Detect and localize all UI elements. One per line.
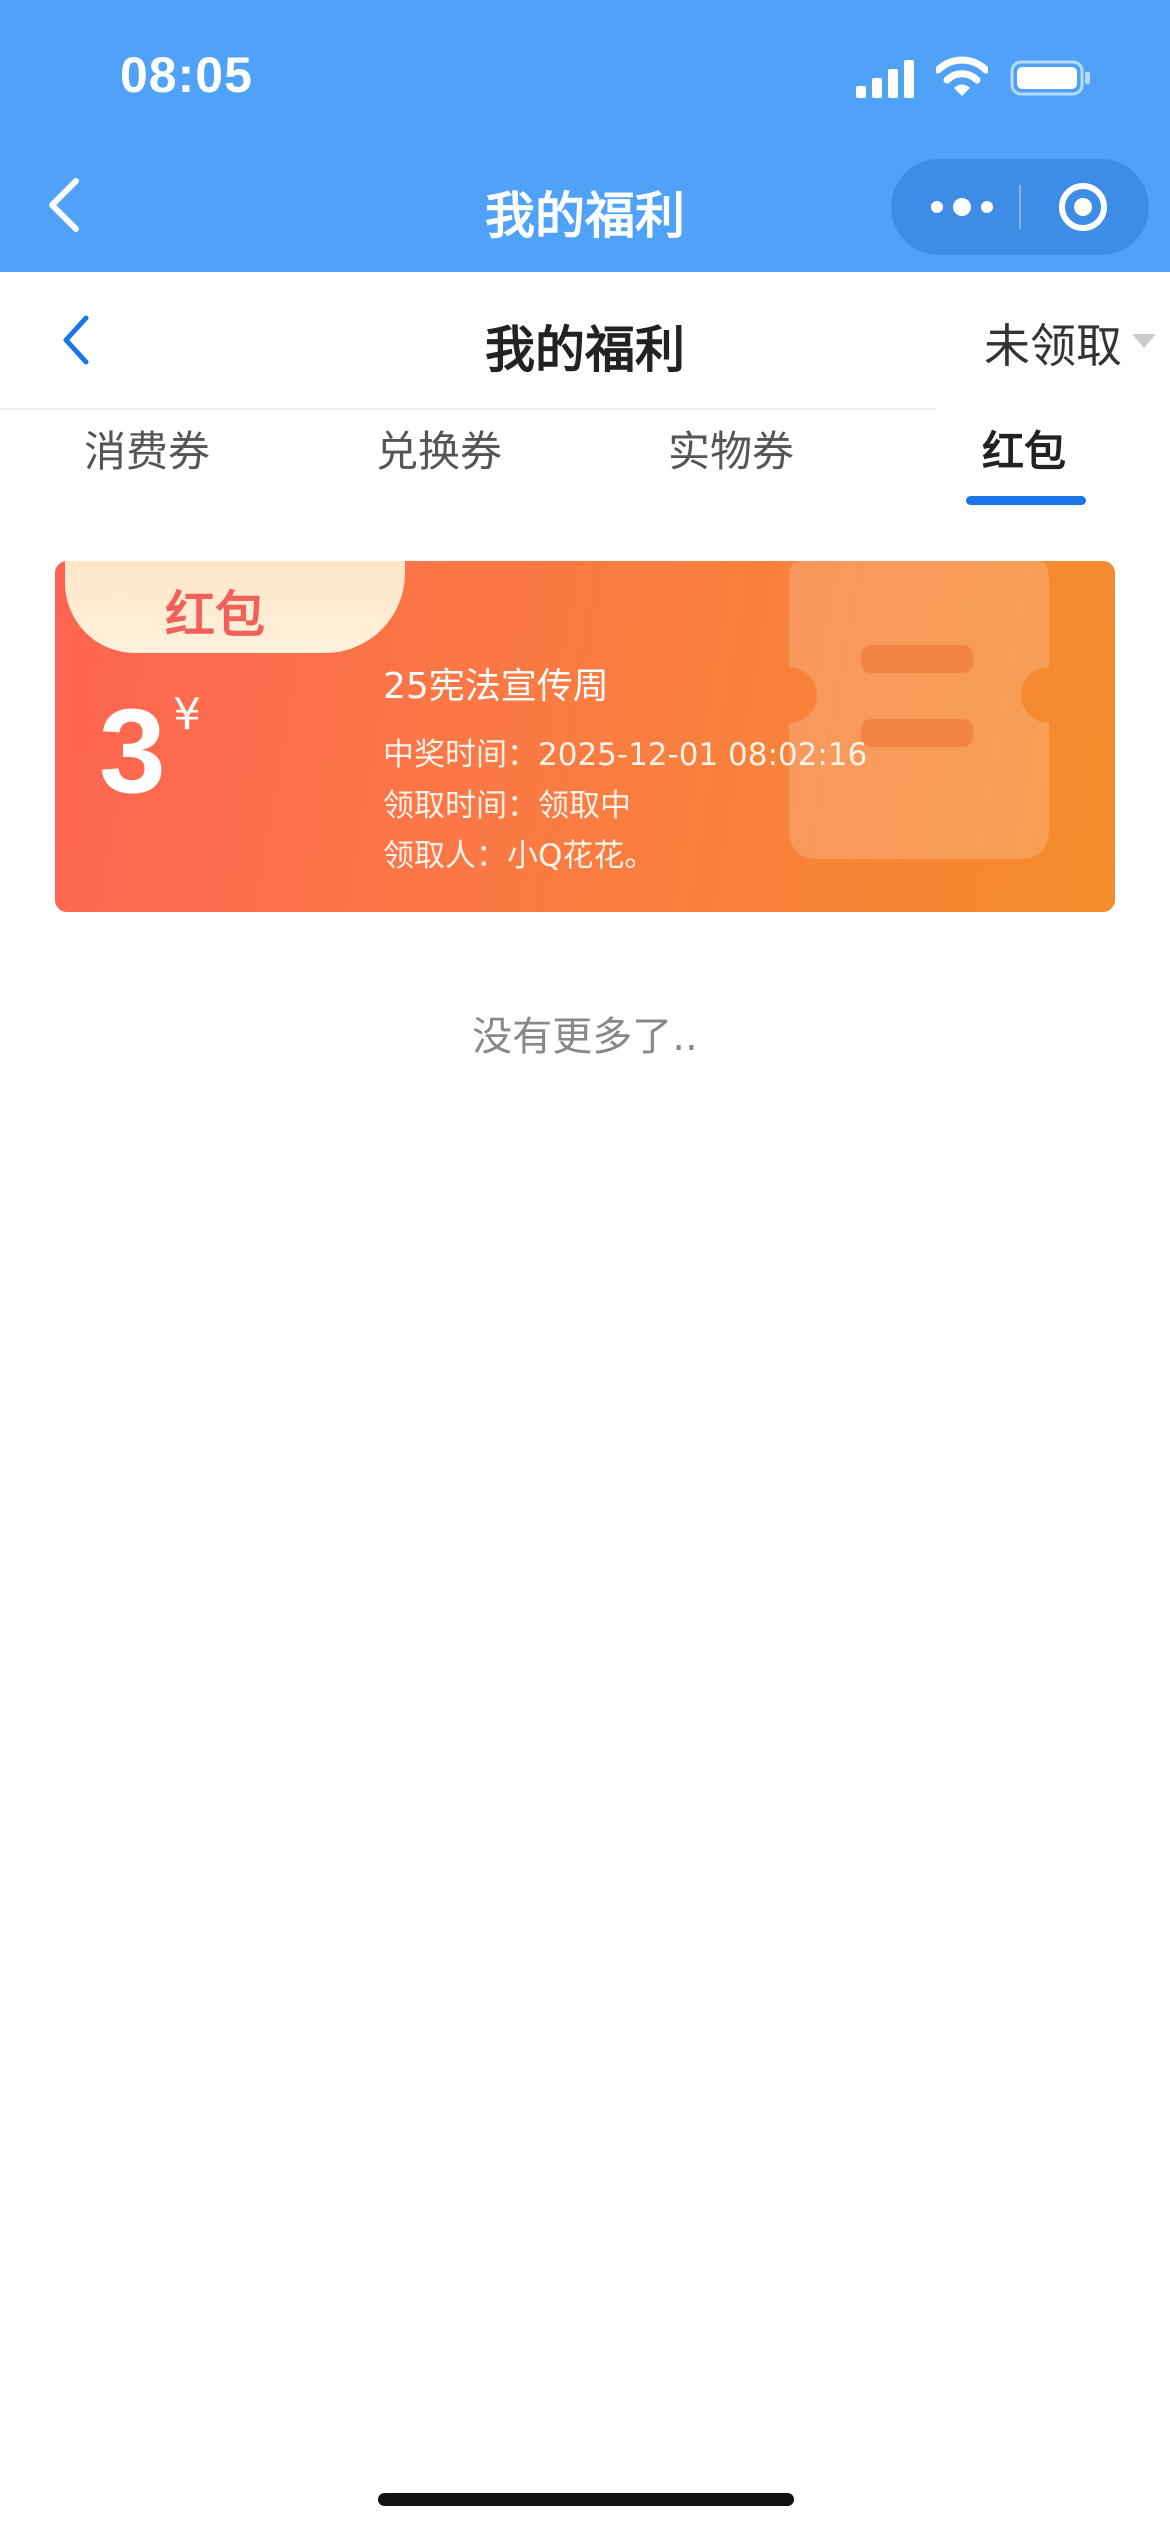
wifi-icon [936, 56, 988, 96]
win-time: 中奖时间：2025-12-01 08:02:16 [383, 737, 868, 773]
recipient: 领取人：小Q花花。 [383, 838, 656, 874]
currency-symbol: ¥ [173, 689, 201, 740]
capsule-divider [1019, 185, 1021, 229]
card-title: 25宪法宣传周 [383, 666, 609, 707]
tab-red-packet[interactable]: 红包 [982, 418, 1066, 479]
tab-exchange-coupon[interactable]: 兑换券 [376, 418, 502, 479]
active-tab-indicator [966, 496, 1086, 505]
no-more-text: 没有更多了.. [472, 1014, 698, 1060]
close-miniprogram-icon[interactable] [1057, 181, 1109, 233]
card-type-badge: 红包 [65, 561, 405, 653]
card-amount: 3 [99, 684, 166, 818]
status-time: 08:05 [120, 47, 253, 103]
more-icon[interactable] [927, 187, 997, 227]
home-indicator[interactable] [378, 2493, 794, 2506]
signal-icon [856, 60, 914, 98]
status-filter-dropdown[interactable]: 未领取 [984, 310, 1122, 376]
claim-time: 领取时间：领取中 [383, 788, 631, 824]
chevron-down-icon[interactable] [1132, 334, 1156, 348]
red-packet-card[interactable]: 红包 3 ¥ 25宪法宣传周 中奖时间：2025-12-01 08:02:16 … [55, 561, 1115, 912]
ticket-watermark-icon [789, 561, 1049, 859]
battery-icon [1010, 60, 1090, 96]
card-type-label: 红包 [165, 586, 265, 644]
app-top-bar: 08:05 我的福利 [0, 0, 1170, 272]
tab-consumption-coupon[interactable]: 消费券 [84, 418, 210, 479]
tab-physical-coupon[interactable]: 实物券 [668, 418, 794, 479]
capsule-menu [891, 159, 1149, 255]
